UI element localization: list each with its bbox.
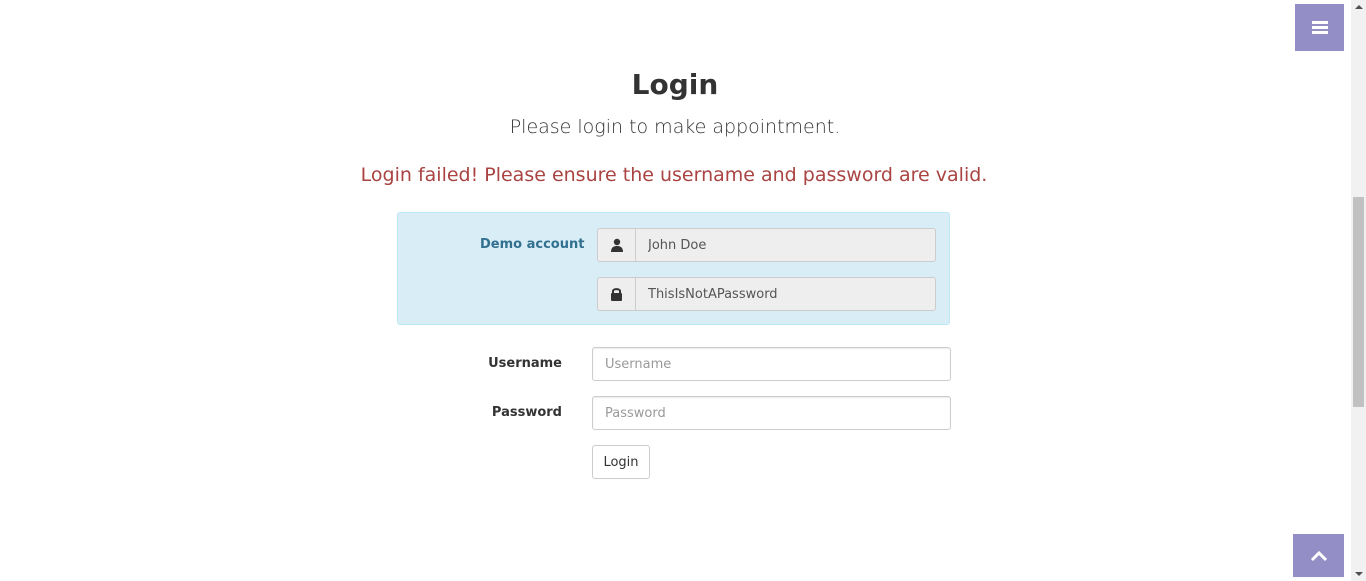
page-title: Login: [631, 68, 719, 101]
login-button[interactable]: Login: [592, 445, 650, 479]
login-page: Login Please login to make appointment. …: [0, 0, 1366, 581]
login-error-message: Login failed! Please ensure the username…: [360, 164, 988, 186]
scroll-down-arrow-icon[interactable]: [1355, 572, 1363, 576]
hamburger-menu-icon: [1311, 21, 1328, 34]
demo-username-field[interactable]: [635, 228, 936, 262]
demo-account-label: Demo account: [480, 237, 585, 252]
password-input[interactable]: [592, 396, 951, 430]
password-label: Password: [491, 405, 562, 420]
scroll-to-top-button[interactable]: [1293, 534, 1344, 577]
username-input[interactable]: [592, 347, 951, 381]
user-icon: [597, 228, 635, 262]
demo-username-group: [597, 228, 936, 262]
username-label: Username: [488, 356, 562, 371]
menu-toggle-button[interactable]: [1295, 4, 1344, 51]
chevron-up-icon: [1310, 550, 1327, 561]
demo-password-group: [597, 277, 936, 311]
page-subtitle: Please login to make appointment.: [509, 116, 841, 138]
scroll-up-arrow-icon[interactable]: [1355, 5, 1363, 9]
lock-icon: [597, 277, 635, 311]
page-scrollbar[interactable]: [1351, 0, 1366, 581]
scrollbar-thumb[interactable]: [1353, 197, 1364, 407]
demo-password-field[interactable]: [635, 277, 936, 311]
